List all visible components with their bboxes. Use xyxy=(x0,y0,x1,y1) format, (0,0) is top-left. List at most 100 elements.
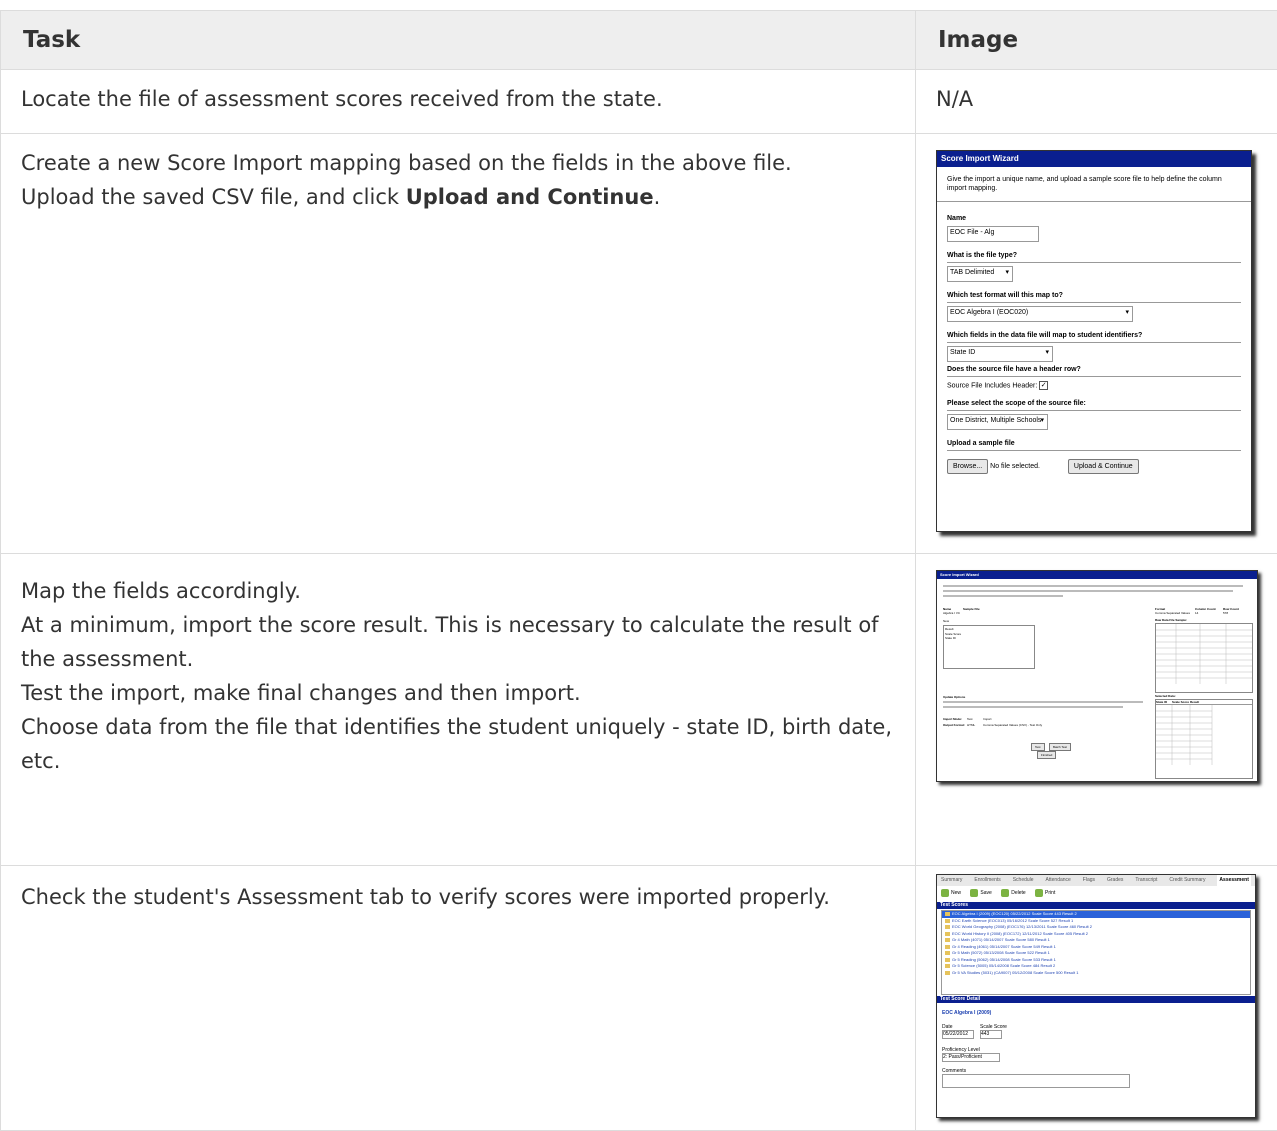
upload-sample-label: Upload a sample file xyxy=(947,439,1241,448)
task-table: Task Image Locate the file of assessment… xyxy=(0,10,1277,1131)
scale-score-value: 443 xyxy=(981,1031,989,1037)
image-cell: N/A xyxy=(916,70,1277,134)
raw-data-table[interactable] xyxy=(1155,623,1253,693)
upload-continue-emphasis: Upload and Continue xyxy=(406,185,654,209)
scope-label: Please select the scope of the source fi… xyxy=(947,399,1241,408)
import-mode-label: Import Mode: xyxy=(943,717,962,721)
filetype-label: What is the file type? xyxy=(947,251,1241,260)
table-row: Create a new Score Import mapping based … xyxy=(1,134,1277,554)
task-cell: Map the fields accordingly. At a minimum… xyxy=(1,554,916,866)
test-scores-list[interactable]: EOC Algebra I (2009) (EOC120) 05/22/2012… xyxy=(941,910,1251,995)
tab-flags[interactable]: Flags xyxy=(1083,875,1095,886)
tab-transcript[interactable]: Transcript xyxy=(1135,875,1157,886)
raw-data-grid xyxy=(1156,624,1252,692)
task-text: Map the fields accordingly. xyxy=(21,574,895,608)
format-select[interactable]: EOC Algebra I (EOC020) xyxy=(947,306,1133,322)
header-checkbox[interactable]: ✓ xyxy=(1039,381,1048,390)
task-cell: Locate the file of assessment scores rec… xyxy=(1,70,916,134)
name-label: Name xyxy=(947,214,1241,223)
scope-value: One District, Multiple Schools xyxy=(950,417,1041,424)
student-tabs: Summary Enrollments Schedule Attendance … xyxy=(937,875,1255,886)
tab-schedule[interactable]: Schedule xyxy=(1013,875,1034,886)
row-count-value: 578 xyxy=(1223,611,1228,615)
image-na-text: N/A xyxy=(936,87,973,111)
proficiency-select[interactable]: 2: Pass/Proficient xyxy=(942,1053,1000,1062)
selected-data-table[interactable]: State ID Scale Score Result xyxy=(1155,699,1253,779)
mapped-fields-list[interactable]: Result Scale Score State ID xyxy=(943,625,1035,669)
upload-continue-button[interactable]: Upload & Continue xyxy=(1068,459,1139,474)
new-label[interactable]: New xyxy=(943,619,949,623)
new-button[interactable]: New xyxy=(951,890,961,896)
task-cell: Create a new Score Import mapping based … xyxy=(1,134,916,554)
image-cell: Score Import Wizard Give the import a un… xyxy=(916,134,1277,554)
task-text: Locate the file of assessment scores rec… xyxy=(21,82,895,116)
task-text: At a minimum, import the score result. T… xyxy=(21,608,895,676)
name-input[interactable]: EOC File - Alg xyxy=(947,226,1039,242)
raw-data-label: Raw Data File Sample: xyxy=(1155,618,1187,622)
date-input[interactable]: 05/22/2012 xyxy=(942,1030,974,1039)
task-text: Upload the saved CSV file, and click Upl… xyxy=(21,180,895,214)
tab-credit-summary[interactable]: Credit Summary xyxy=(1169,875,1205,886)
wizard-title: Score Import Wizard xyxy=(937,571,1257,579)
test-button[interactable]: Test xyxy=(1031,743,1045,751)
print-button[interactable]: Print xyxy=(1045,890,1055,896)
identifier-label: Which fields in the data file will map t… xyxy=(947,331,1241,340)
format-value: Comma Separated Values xyxy=(1155,611,1190,615)
task-text: Test the import, make final changes and … xyxy=(21,676,895,710)
comments-textarea[interactable] xyxy=(942,1074,1130,1088)
batch-test-button[interactable]: Batch Test xyxy=(1049,743,1071,751)
task-text: Create a new Score Import mapping based … xyxy=(21,146,895,180)
test-score-detail-header: Test Score Detail xyxy=(937,996,1255,1003)
wizard-description: Give the import a unique name, and uploa… xyxy=(937,167,1251,202)
sample-file-label: Sample File xyxy=(963,607,980,611)
list-item[interactable]: Gr 5 VA Studies (5031) (CA9007) 05/12/20… xyxy=(942,970,1250,977)
column-header-task: Task xyxy=(1,11,916,70)
table-header-row: Task Image xyxy=(1,11,1277,70)
field-mapping-screenshot: Score Import Wizard Name Algebra I VC Sa… xyxy=(936,570,1258,782)
upload-instruction-text: Upload the saved CSV file, and click xyxy=(21,185,406,209)
import-mode-import[interactable]: Import xyxy=(983,717,992,721)
mapped-item[interactable]: State ID xyxy=(944,636,1034,640)
import-mode-test[interactable]: Test xyxy=(967,717,973,721)
selected-header: Scale Score xyxy=(1172,700,1190,704)
score-import-wizard-screenshot: Score Import Wizard Give the import a un… xyxy=(936,150,1252,532)
scale-score-input[interactable]: 443 xyxy=(980,1030,1002,1039)
save-icon xyxy=(970,889,978,897)
output-html[interactable]: HTML xyxy=(967,723,975,727)
tab-assessment[interactable]: Assessment xyxy=(1217,875,1250,886)
selected-data-label: Selected Data: xyxy=(1155,694,1176,698)
detail-title: EOC Algebra I (2009) xyxy=(942,1010,1250,1016)
table-row: Check the student's Assessment tab to ve… xyxy=(1,866,1277,1131)
image-cell: Score Import Wizard Name Algebra I VC Sa… xyxy=(916,554,1277,866)
format-label: Which test format will this map to? xyxy=(947,291,1241,300)
tab-enrollments[interactable]: Enrollments xyxy=(974,875,1000,886)
save-button[interactable]: Save xyxy=(980,890,991,896)
identifier-select[interactable]: State ID xyxy=(947,346,1053,362)
upload-instruction-suffix: . xyxy=(654,185,661,209)
name-value: Algebra I VC xyxy=(943,611,960,615)
selected-header: Result xyxy=(1190,700,1204,704)
proficiency-value: 2: Pass/Proficient xyxy=(943,1054,982,1060)
finished-button[interactable]: Finished xyxy=(1037,751,1056,759)
date-value: 05/22/2012 xyxy=(943,1031,968,1037)
browse-button[interactable]: Browse... xyxy=(947,459,988,474)
assessment-tab-screenshot: Summary Enrollments Schedule Attendance … xyxy=(936,874,1256,1118)
tab-grades[interactable]: Grades xyxy=(1107,875,1123,886)
selected-data-grid xyxy=(1156,705,1252,775)
filetype-value: TAB Delimited xyxy=(950,269,994,276)
table-row: Locate the file of assessment scores rec… xyxy=(1,70,1277,134)
identifier-value: State ID xyxy=(950,349,975,356)
tab-summary[interactable]: Summary xyxy=(941,875,962,886)
column-count-value: 14 xyxy=(1195,611,1198,615)
task-text: Check the student's Assessment tab to ve… xyxy=(21,880,895,914)
test-scores-header: Test Scores xyxy=(937,902,1255,909)
no-file-text: No file selected. xyxy=(990,463,1040,470)
tab-attendance[interactable]: Attendance xyxy=(1046,875,1071,886)
wizard-title: Score Import Wizard xyxy=(937,151,1251,167)
table-row: Map the fields accordingly. At a minimum… xyxy=(1,554,1277,866)
filetype-select[interactable]: TAB Delimited xyxy=(947,266,1013,282)
output-csv[interactable]: Comma Separated Values (CSV) - Test Only xyxy=(983,723,1042,727)
new-icon xyxy=(941,889,949,897)
delete-button[interactable]: Delete xyxy=(1011,890,1025,896)
scope-select[interactable]: One District, Multiple Schools xyxy=(947,414,1048,430)
